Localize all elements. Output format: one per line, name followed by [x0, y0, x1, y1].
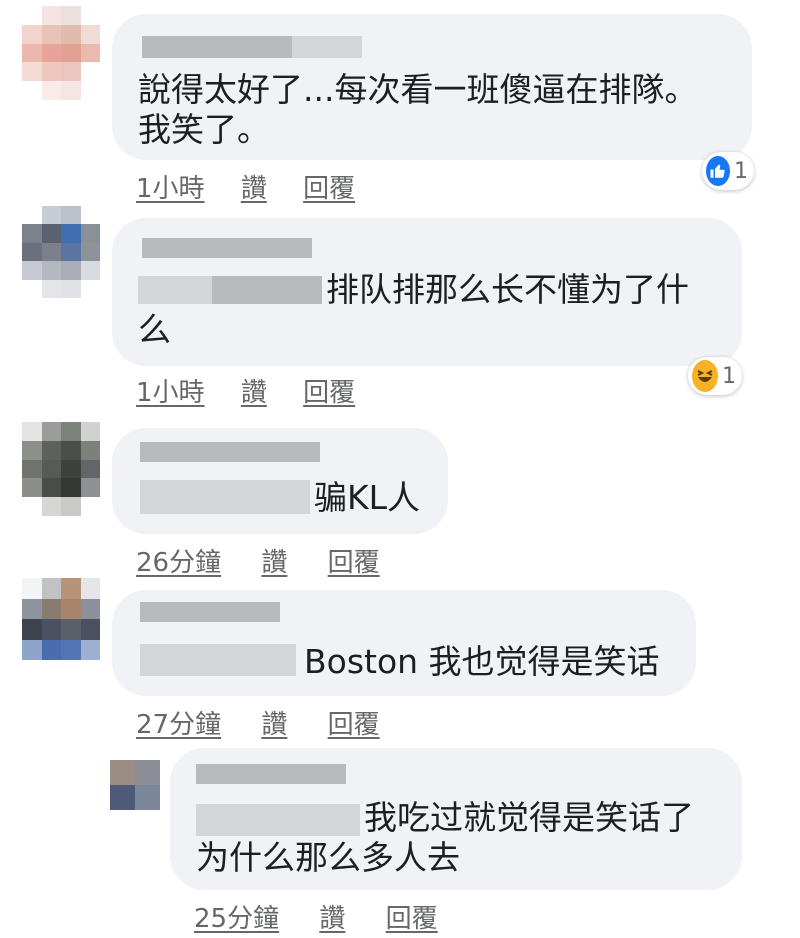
- author-name-redacted[interactable]: [142, 238, 312, 258]
- comment-text: Boston 我也觉得是笑话: [304, 642, 660, 681]
- timestamp-link[interactable]: 26分鐘: [136, 542, 221, 579]
- timestamp-link[interactable]: 27分鐘: [136, 704, 221, 741]
- mention-redacted[interactable]: [140, 480, 310, 514]
- reply-button[interactable]: 回覆: [386, 898, 438, 935]
- reply-button[interactable]: 回覆: [328, 704, 380, 741]
- timestamp-link[interactable]: 1小時: [136, 168, 205, 205]
- reaction-count: 1: [722, 363, 736, 389]
- comment-bubble: 說得太好了...每次看一班傻逼在排隊。 我笑了。: [112, 14, 752, 160]
- comment-text: 我吃过就觉得是笑话了 为什么那么多人去: [196, 798, 694, 877]
- avatar[interactable]: [110, 760, 160, 810]
- author-name-redacted[interactable]: [196, 764, 346, 784]
- timestamp-link[interactable]: 25分鐘: [194, 898, 279, 935]
- avatar[interactable]: [22, 206, 100, 298]
- comment-bubble: 排队排那么长不懂为了什 么: [112, 218, 742, 366]
- comment-actions: 1小時 讚 回覆: [136, 372, 355, 409]
- like-button[interactable]: 讚: [241, 168, 267, 205]
- like-button[interactable]: 讚: [261, 542, 287, 579]
- comment-actions: 25分鐘 讚 回覆: [194, 898, 438, 935]
- author-name-redacted[interactable]: [140, 442, 320, 462]
- author-name-redacted[interactable]: [140, 602, 280, 622]
- like-icon: [706, 156, 730, 186]
- like-button[interactable]: 讚: [319, 898, 345, 935]
- haha-icon: [692, 360, 718, 392]
- like-button[interactable]: 讚: [261, 704, 287, 741]
- reaction-summary[interactable]: 1: [702, 152, 754, 190]
- mention-redacted[interactable]: [140, 644, 296, 676]
- reaction-summary[interactable]: 1: [688, 357, 742, 395]
- like-button[interactable]: 讚: [241, 372, 267, 409]
- comment-text: 骗KL人: [314, 478, 421, 517]
- avatar[interactable]: [22, 578, 100, 660]
- comment-actions: 1小時 讚 回覆: [136, 168, 355, 205]
- comment-text: 說得太好了...每次看一班傻逼在排隊。 我笑了。: [138, 70, 698, 149]
- reply-button[interactable]: 回覆: [328, 542, 380, 579]
- comment-bubble: 我吃过就觉得是笑话了 为什么那么多人去: [170, 748, 742, 890]
- reply-button[interactable]: 回覆: [303, 168, 355, 205]
- comment-actions: 27分鐘 讚 回覆: [136, 704, 380, 741]
- comment-bubble: Boston 我也觉得是笑话: [112, 590, 696, 696]
- reply-button[interactable]: 回覆: [303, 372, 355, 409]
- reaction-count: 1: [734, 158, 748, 184]
- author-name-redacted: [292, 36, 362, 58]
- avatar[interactable]: [22, 6, 100, 100]
- timestamp-link[interactable]: 1小時: [136, 372, 205, 409]
- avatar[interactable]: [22, 422, 100, 516]
- comment-bubble: 骗KL人: [112, 428, 448, 534]
- comment-actions: 26分鐘 讚 回覆: [136, 542, 380, 579]
- comment-text: 排队排那么长不懂为了什 么: [138, 270, 689, 349]
